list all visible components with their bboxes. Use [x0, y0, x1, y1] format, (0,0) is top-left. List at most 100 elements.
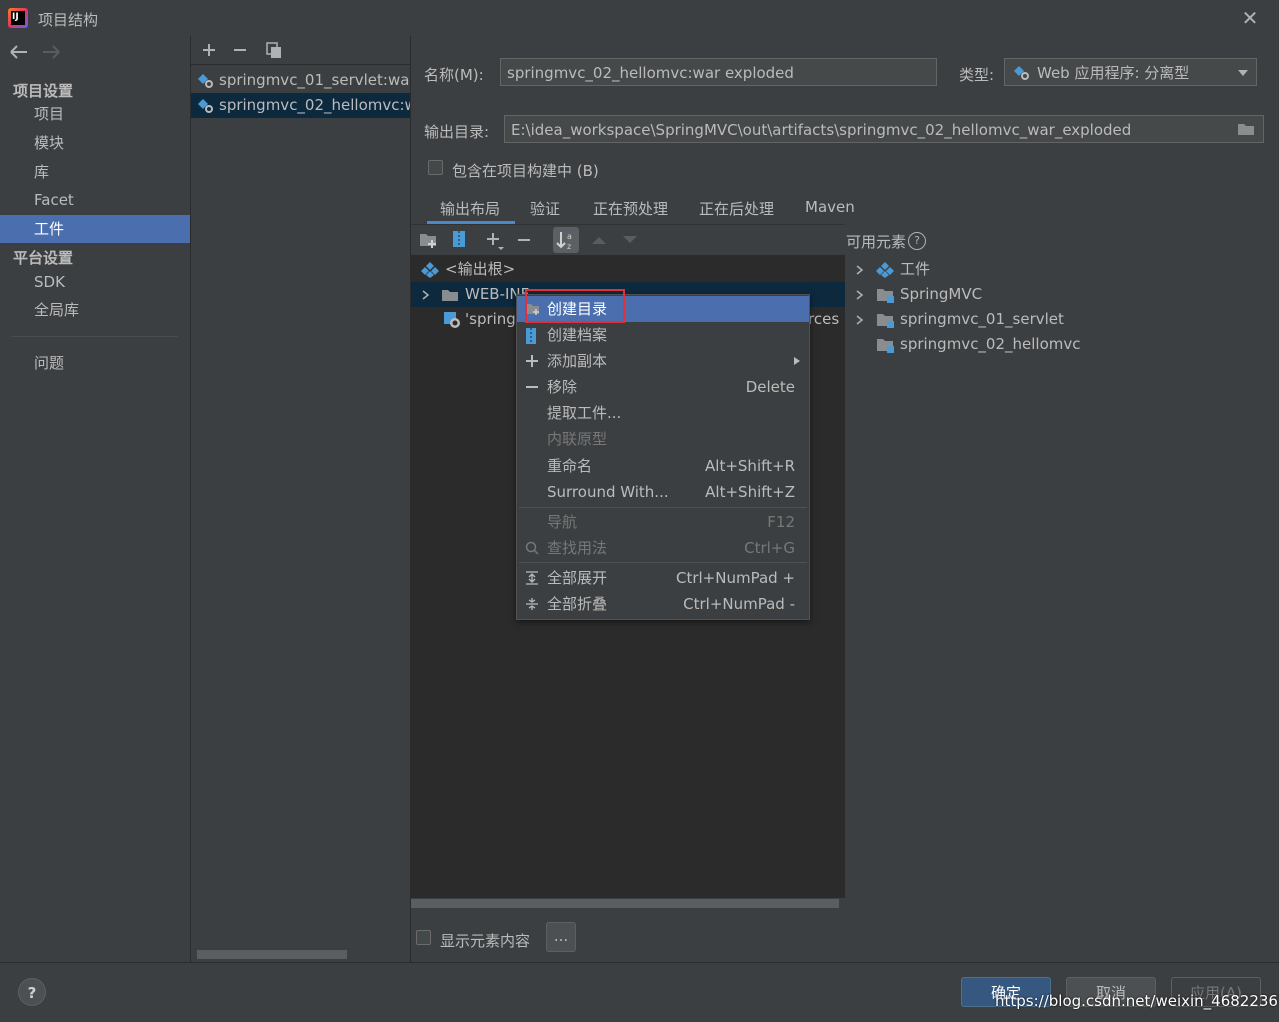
- web-artifact-icon: [197, 98, 215, 114]
- help-button[interactable]: ?: [18, 978, 46, 1006]
- show-content-label: 显示元素内容: [440, 932, 531, 950]
- available-item[interactable]: SpringMVC: [846, 282, 1279, 307]
- folder-icon: [441, 288, 459, 302]
- remove-element-icon[interactable]: [516, 232, 532, 248]
- menu-item-collapse-all[interactable]: 全部折叠 Ctrl+NumPad -: [517, 591, 809, 617]
- chevron-right-icon[interactable]: [855, 290, 865, 300]
- menu-item-navigate: 导航 F12: [547, 513, 795, 531]
- web-artifact-icon: [1013, 65, 1031, 81]
- tab-divider: [411, 224, 845, 225]
- svg-text:a: a: [567, 232, 572, 241]
- plus-icon: [525, 354, 539, 368]
- nav-item-modules[interactable]: 模块: [0, 129, 190, 157]
- nav-item-sdk[interactable]: SDK: [0, 268, 190, 296]
- add-copy-icon[interactable]: [485, 231, 505, 251]
- nav-item-artifacts[interactable]: 工件: [0, 215, 190, 243]
- nav-item-libraries[interactable]: 库: [0, 158, 190, 186]
- section-project-settings: 项目设置: [13, 82, 74, 100]
- menu-item-expand-all[interactable]: 全部展开 Ctrl+NumPad +: [517, 565, 809, 591]
- tab-pre-processing[interactable]: 正在预处理: [593, 198, 668, 219]
- module-folder-icon: [876, 337, 896, 353]
- minus-icon: [525, 380, 539, 394]
- available-item[interactable]: springmvc_02_hellomvc: [846, 332, 1279, 357]
- artifact-item[interactable]: springmvc_01_servlet:war: [191, 68, 410, 93]
- output-dir-field[interactable]: E:\idea_workspace\SpringMVC\out\artifact…: [504, 115, 1264, 143]
- menu-item-add-copy[interactable]: 添加副本: [517, 348, 809, 374]
- folder-add-icon[interactable]: [419, 231, 439, 249]
- name-label: 名称(M):: [424, 66, 484, 84]
- name-field[interactable]: springmvc_02_hellomvc:war exploded: [500, 58, 937, 86]
- menu-item-rename[interactable]: 重命名 Alt+Shift+R: [517, 453, 809, 479]
- window-title: 项目结构: [38, 11, 99, 29]
- sort-icon[interactable]: az: [553, 227, 579, 253]
- settings-nav: 项目设置 项目 模块 库 Facet 工件 平台设置 SDK 全局库 问题: [0, 36, 191, 962]
- menu-item-extract-artifact[interactable]: 提取工件...: [517, 400, 809, 426]
- available-item[interactable]: springmvc_01_servlet: [846, 307, 1279, 332]
- layout-tree-scrollbar[interactable]: [411, 899, 839, 908]
- close-icon[interactable]: ✕: [1240, 8, 1260, 28]
- include-in-build-checkbox[interactable]: [428, 160, 443, 175]
- menu-separator: [519, 562, 807, 563]
- menu-separator: [519, 507, 807, 508]
- section-platform-settings: 平台设置: [13, 249, 74, 267]
- svg-text:z: z: [567, 242, 571, 251]
- menu-item-surround-with[interactable]: Surround With... Alt+Shift+Z: [517, 479, 809, 505]
- module-folder-icon: [876, 287, 896, 303]
- menu-item-find-usages: 查找用法 Ctrl+G: [517, 535, 809, 561]
- expand-all-icon: [525, 571, 539, 585]
- folder-browse-icon[interactable]: [1237, 122, 1255, 136]
- chevron-right-icon[interactable]: [855, 265, 865, 275]
- menu-item-remove[interactable]: 移除 Delete: [517, 374, 809, 400]
- output-dir-label: 输出目录:: [424, 123, 490, 141]
- web-artifact-icon: [197, 73, 215, 89]
- tab-post-processing[interactable]: 正在后处理: [699, 198, 774, 219]
- remove-icon[interactable]: [232, 42, 248, 58]
- archive-icon[interactable]: [452, 230, 466, 248]
- module-output-icon: [443, 311, 461, 329]
- chevron-down-icon: [1237, 69, 1249, 77]
- tab-maven[interactable]: Maven: [805, 198, 855, 216]
- move-down-icon: [622, 235, 638, 245]
- available-elements-label: 可用元素: [846, 233, 907, 251]
- artifact-item-selected[interactable]: springmvc_02_hellomvc:war exploded: [191, 93, 410, 118]
- artifacts-icon: [876, 262, 894, 278]
- title-bar: [0, 0, 1279, 36]
- intellij-logo-icon: IJ: [8, 8, 28, 28]
- include-in-build-label: 包含在项目构建中 (B): [452, 162, 599, 180]
- tab-output-layout[interactable]: 输出布局: [440, 198, 500, 219]
- module-folder-icon: [876, 312, 896, 328]
- type-label: 类型:: [959, 66, 995, 84]
- context-menu: 创建目录 创建档案 添加副本 移除 Delete 提取工件... 内联原型 重命…: [516, 294, 810, 620]
- annotation-highlight-box: [525, 289, 625, 323]
- add-icon[interactable]: [201, 42, 217, 58]
- nav-divider: [12, 336, 178, 337]
- type-value: Web 应用程序: 分离型: [1037, 64, 1190, 82]
- chevron-right-icon[interactable]: [421, 290, 431, 300]
- tab-validation[interactable]: 验证: [530, 198, 560, 219]
- menu-item-inline-archetype: 内联原型: [547, 430, 608, 448]
- more-options-button[interactable]: ...: [546, 922, 576, 952]
- archive-icon: [525, 328, 539, 344]
- tree-row-output-root[interactable]: <输出根>: [411, 257, 845, 282]
- chevron-right-icon[interactable]: [855, 315, 865, 325]
- search-icon: [525, 541, 539, 555]
- back-arrow-icon[interactable]: [8, 42, 30, 62]
- show-content-checkbox[interactable]: [416, 930, 431, 945]
- available-item[interactable]: 工件: [846, 257, 1279, 282]
- collapse-all-icon: [525, 597, 539, 611]
- menu-item-create-archive[interactable]: 创建档案: [517, 322, 809, 348]
- move-up-icon: [591, 235, 607, 245]
- artifact-list: springmvc_01_servlet:war springmvc_02_he…: [191, 64, 410, 963]
- type-dropdown[interactable]: Web 应用程序: 分离型: [1004, 58, 1257, 86]
- nav-item-problems[interactable]: 问题: [0, 349, 190, 377]
- output-dir-value: E:\idea_workspace\SpringMVC\out\artifact…: [511, 121, 1132, 139]
- submenu-arrow-icon: [793, 356, 801, 366]
- watermark-text: https://blog.csdn.net/weixin_46822367: [995, 992, 1279, 1010]
- nav-item-project[interactable]: 项目: [0, 100, 190, 128]
- help-circle-icon[interactable]: ?: [908, 232, 926, 250]
- forward-arrow-icon: [40, 42, 62, 62]
- artifact-list-scrollbar[interactable]: [197, 950, 347, 959]
- nav-item-facets[interactable]: Facet: [0, 186, 190, 214]
- copy-icon[interactable]: [265, 41, 283, 59]
- nav-item-global-libraries[interactable]: 全局库: [0, 296, 190, 324]
